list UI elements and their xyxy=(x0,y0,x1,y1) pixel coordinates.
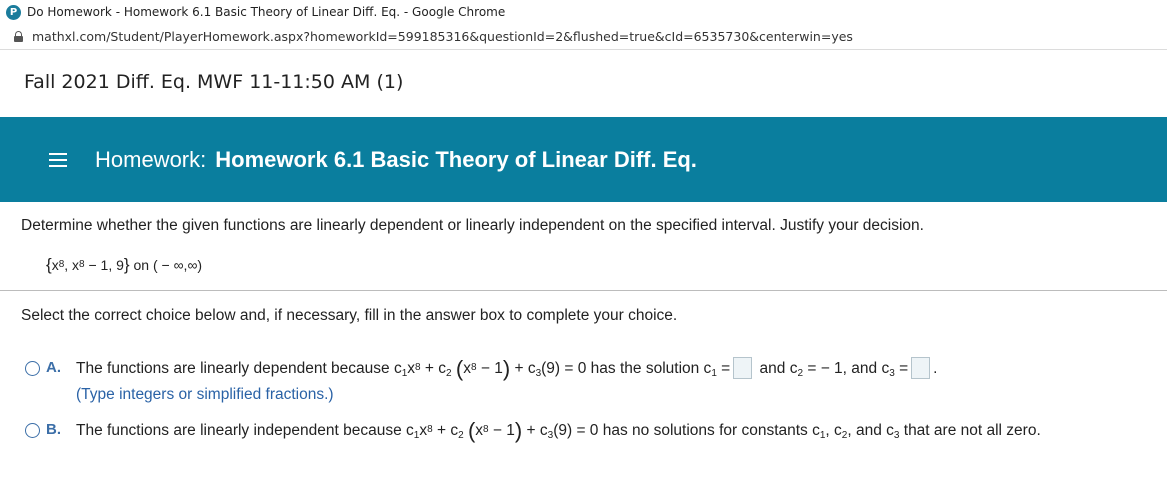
question-prompt: Determine whether the given functions ar… xyxy=(21,217,924,234)
b-e1: 8 xyxy=(427,424,433,435)
answer-format-hint: (Type integers or simplified fractions.) xyxy=(76,386,334,403)
option-a-text: The functions are linearly dependent bec… xyxy=(76,356,937,382)
func-on: on xyxy=(129,257,153,273)
window-title: Do Homework - Homework 6.1 Basic Theory … xyxy=(27,5,506,19)
func-exp1: 8 xyxy=(58,259,65,270)
b-text1: The functions are linearly independent b… xyxy=(76,422,414,439)
a-e2: 8 xyxy=(470,362,477,373)
b-t6: , c xyxy=(825,422,842,439)
a-s2: 2 xyxy=(446,368,452,379)
function-set: {x8, x8 − 1, 9} on ( − ∞,∞) xyxy=(46,255,202,275)
pearson-logo-icon: P xyxy=(6,4,21,20)
a-t10: . xyxy=(933,360,938,377)
b-t8: that are not all zero. xyxy=(899,422,1041,439)
option-a-radio[interactable] xyxy=(25,361,40,376)
b-x1: x xyxy=(419,422,428,439)
b-t5: (9) = 0 has no solutions for constants c xyxy=(553,422,820,439)
a-text1: The functions are linearly dependent bec… xyxy=(76,360,402,377)
homework-banner: Homework: Homework 6.1 Basic Theory of L… xyxy=(0,117,1167,202)
b-t2: + c xyxy=(432,422,459,439)
a-t9: = xyxy=(894,360,909,377)
a-t3: − 1 xyxy=(476,360,503,377)
answer-box-c1[interactable] xyxy=(733,357,753,379)
b-t7: , and c xyxy=(847,422,894,439)
homework-name: Homework 6.1 Basic Theory of Linear Diff… xyxy=(215,146,697,172)
a-e1: 8 xyxy=(415,362,421,373)
b-e2: 8 xyxy=(483,424,489,435)
func-rest: − 1, 9 xyxy=(84,257,124,273)
window-titlebar: P Do Homework - Homework 6.1 Basic Theor… xyxy=(0,0,1167,24)
a-t4: + c xyxy=(510,360,536,377)
option-b-letter: B. xyxy=(46,421,61,438)
a-t5: (9) = 0 has the solution c xyxy=(541,360,712,377)
url-text[interactable]: mathxl.com/Student/PlayerHomework.aspx?h… xyxy=(32,29,853,44)
option-a-letter: A. xyxy=(46,359,61,376)
a-t6: = xyxy=(716,360,731,377)
option-b-radio[interactable] xyxy=(25,423,40,438)
homework-label: Homework: xyxy=(95,146,207,172)
course-title: Fall 2021 Diff. Eq. MWF 11-11:50 AM (1) xyxy=(24,71,404,93)
lock-icon xyxy=(14,31,23,42)
instruction-text: Select the correct choice below and, if … xyxy=(21,307,678,324)
func-x2: x xyxy=(72,257,80,273)
a-t2: + c xyxy=(420,360,447,377)
func-exp2: 8 xyxy=(79,259,85,270)
a-t8: = − 1, and c xyxy=(803,360,890,377)
b-t4: + c xyxy=(522,422,548,439)
a-t7: and c xyxy=(759,360,798,377)
option-b-text: The functions are linearly independent b… xyxy=(76,418,1041,444)
a-x1: x xyxy=(407,360,416,377)
b-x2: x xyxy=(475,422,484,439)
address-bar[interactable]: mathxl.com/Student/PlayerHomework.aspx?h… xyxy=(0,24,1167,50)
func-sep: , xyxy=(64,257,73,273)
b-t3: − 1 xyxy=(488,422,515,439)
func-interval: ( − ∞,∞) xyxy=(152,257,203,273)
answer-box-c3[interactable] xyxy=(911,357,931,379)
hamburger-menu-icon[interactable] xyxy=(49,152,67,167)
a-x2: x xyxy=(463,360,471,377)
b-s2: 2 xyxy=(458,430,464,441)
func-x1: x xyxy=(51,257,59,273)
section-divider xyxy=(0,290,1167,291)
